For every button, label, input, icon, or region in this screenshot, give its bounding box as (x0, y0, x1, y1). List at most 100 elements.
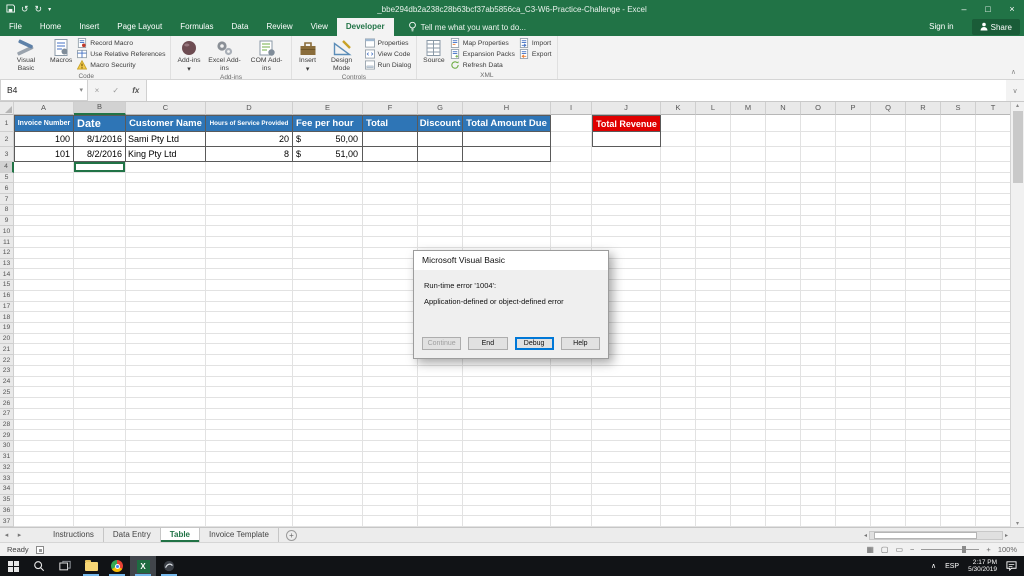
cell-J32[interactable] (592, 463, 661, 474)
row-header-17[interactable]: 17 (0, 302, 14, 313)
cell-E23[interactable] (293, 366, 363, 377)
formula-input[interactable] (146, 80, 1006, 101)
cell-C28[interactable] (126, 420, 206, 431)
insert-function-icon[interactable]: fx (132, 86, 139, 95)
cell-N11[interactable] (766, 237, 801, 248)
cell-P34[interactable] (836, 484, 871, 495)
cell-B3[interactable]: 8/2/2016 (74, 147, 126, 162)
cell-R9[interactable] (906, 216, 941, 227)
cell-N4[interactable] (766, 162, 801, 173)
cell-A12[interactable] (14, 248, 74, 259)
cell-M10[interactable] (731, 226, 766, 237)
cell-J7[interactable] (592, 194, 661, 205)
cancel-icon[interactable]: × (95, 86, 100, 95)
cell-L10[interactable] (696, 226, 731, 237)
cell-B33[interactable] (74, 473, 126, 484)
cell-D32[interactable] (206, 463, 293, 474)
cell-G11[interactable] (418, 237, 463, 248)
cell-Q21[interactable] (871, 344, 906, 355)
cell-A21[interactable] (14, 344, 74, 355)
cell-S8[interactable] (941, 205, 976, 216)
cell-C9[interactable] (126, 216, 206, 227)
cell-S30[interactable] (941, 441, 976, 452)
row-header-34[interactable]: 34 (0, 484, 14, 495)
row-header-28[interactable]: 28 (0, 420, 14, 431)
cell-D30[interactable] (206, 441, 293, 452)
row-header-11[interactable]: 11 (0, 237, 14, 248)
column-header-C[interactable]: C (126, 102, 206, 115)
run-dialog-button[interactable]: Run Dialog (365, 60, 412, 71)
cell-O29[interactable] (801, 430, 836, 441)
cell-A23[interactable] (14, 366, 74, 377)
cell-K2[interactable] (661, 132, 696, 147)
cell-N8[interactable] (766, 205, 801, 216)
cell-Q6[interactable] (871, 183, 906, 194)
cell-B14[interactable] (74, 269, 126, 280)
cell-E27[interactable] (293, 409, 363, 420)
cell-S9[interactable] (941, 216, 976, 227)
cell-M34[interactable] (731, 484, 766, 495)
cell-S12[interactable] (941, 248, 976, 259)
cell-P32[interactable] (836, 463, 871, 474)
sheet-tab-data-entry[interactable]: Data Entry (104, 528, 161, 542)
cell-O18[interactable] (801, 312, 836, 323)
cell-M18[interactable] (731, 312, 766, 323)
row-header-1[interactable]: 1 (0, 115, 14, 132)
cell-A4[interactable] (14, 162, 74, 173)
cell-F21[interactable] (363, 344, 418, 355)
column-header-A[interactable]: A (14, 102, 74, 115)
cell-J4[interactable] (592, 162, 661, 173)
row-header-33[interactable]: 33 (0, 473, 14, 484)
cell-C19[interactable] (126, 323, 206, 334)
cell-T8[interactable] (976, 205, 1011, 216)
column-header-S[interactable]: S (941, 102, 976, 115)
cell-T25[interactable] (976, 387, 1011, 398)
ribbon-tab-formulas[interactable]: Formulas (171, 18, 222, 36)
cell-A33[interactable] (14, 473, 74, 484)
cell-L8[interactable] (696, 205, 731, 216)
row-header-24[interactable]: 24 (0, 377, 14, 388)
cell-O26[interactable] (801, 398, 836, 409)
cell-D27[interactable] (206, 409, 293, 420)
cell-Q22[interactable] (871, 355, 906, 366)
cell-E30[interactable] (293, 441, 363, 452)
ribbon-tab-developer[interactable]: Developer (337, 18, 394, 36)
cell-R22[interactable] (906, 355, 941, 366)
cell-B19[interactable] (74, 323, 126, 334)
cell-I32[interactable] (551, 463, 592, 474)
cell-L37[interactable] (696, 516, 731, 527)
cell-E19[interactable] (293, 323, 363, 334)
cell-T31[interactable] (976, 452, 1011, 463)
cell-O11[interactable] (801, 237, 836, 248)
cell-I23[interactable] (551, 366, 592, 377)
taskbar-paint-button[interactable] (156, 556, 182, 576)
cell-F24[interactable] (363, 377, 418, 388)
cell-T24[interactable] (976, 377, 1011, 388)
row-header-30[interactable]: 30 (0, 441, 14, 452)
cell-R33[interactable] (906, 473, 941, 484)
cell-N32[interactable] (766, 463, 801, 474)
cell-M7[interactable] (731, 194, 766, 205)
cell-A17[interactable] (14, 302, 74, 313)
column-header-R[interactable]: R (906, 102, 941, 115)
cell-Q19[interactable] (871, 323, 906, 334)
cell-P12[interactable] (836, 248, 871, 259)
cell-J34[interactable] (592, 484, 661, 495)
cell-G7[interactable] (418, 194, 463, 205)
vertical-scroll-thumb[interactable] (1013, 111, 1023, 183)
cell-C14[interactable] (126, 269, 206, 280)
cell-J9[interactable] (592, 216, 661, 227)
cell-Q34[interactable] (871, 484, 906, 495)
cell-B26[interactable] (74, 398, 126, 409)
taskbar-search-button[interactable] (26, 556, 52, 576)
cell-F8[interactable] (363, 205, 418, 216)
cell-P31[interactable] (836, 452, 871, 463)
cell-C36[interactable] (126, 506, 206, 517)
cell-O6[interactable] (801, 183, 836, 194)
close-button[interactable]: × (1000, 0, 1024, 18)
cell-M11[interactable] (731, 237, 766, 248)
horizontal-scroll-track[interactable] (869, 531, 1003, 540)
cell-M29[interactable] (731, 430, 766, 441)
cell-D10[interactable] (206, 226, 293, 237)
cell-O25[interactable] (801, 387, 836, 398)
